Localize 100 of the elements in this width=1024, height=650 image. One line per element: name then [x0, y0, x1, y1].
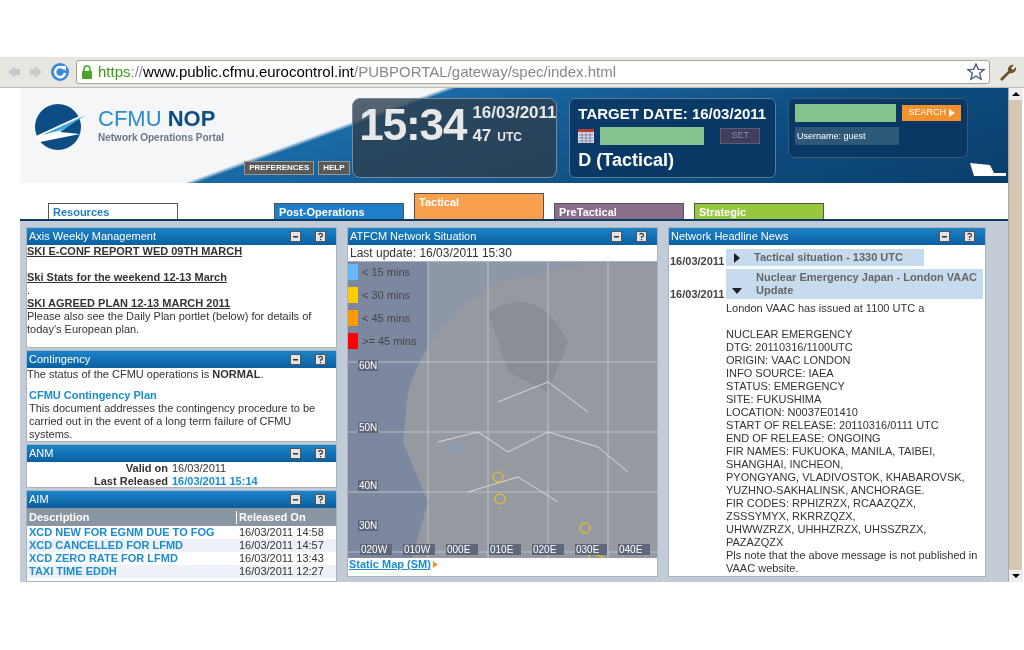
help-icon[interactable] [315, 231, 326, 242]
table-cell-text: 16/03/2011 14:57 [238, 539, 325, 552]
scroll-down-icon[interactable] [1009, 570, 1023, 582]
message-line: SITE: FUKUSHIMA [726, 393, 823, 406]
portlet-title: Axis Weekly Management [29, 229, 157, 245]
longitude-label: 010W [403, 544, 435, 555]
tab[interactable]: Post-Operations [274, 203, 404, 219]
aim-link[interactable]: XCD ZERO RATE FOR LFMD [27, 552, 237, 565]
arrow-icon [432, 561, 438, 568]
search-field[interactable] [795, 104, 897, 122]
calendar-icon[interactable] [578, 129, 595, 143]
status-text: The status of the CFMU operations is NORMAL. [27, 368, 265, 381]
clock-time: 15:34 [359, 103, 467, 147]
portlet-title: ATFCM Network Situation [350, 229, 478, 245]
minimize-icon[interactable] [611, 231, 622, 242]
longitude-label: 040E [618, 544, 650, 555]
portlet-title: ANM [29, 446, 55, 461]
column-header: Released On [238, 510, 307, 524]
longitude-label: 020W [360, 544, 392, 555]
report-link[interactable]: SKI AGREED PLAN 12-13 MARCH 2011 [27, 297, 231, 310]
minimize-icon[interactable] [939, 231, 950, 242]
message-line: LOCATION: N0037E01410 [726, 406, 859, 419]
latitude-label: 40N [358, 480, 379, 491]
tab[interactable]: Tactical [414, 193, 544, 219]
clock-seconds: 47 [472, 125, 492, 147]
info-text: Please also see the Daily Plan portlet (below) for details of today's European plan. [27, 310, 313, 336]
help-icon[interactable] [315, 494, 326, 505]
separator-dot: . [27, 284, 31, 297]
longitude-label: 030E [575, 544, 607, 555]
message-line: PYONGYANG, VLADIVOSTOK, KHABAROVSK, YUZHNO-SAKHALINSK, ANCHORAGE. [726, 471, 966, 497]
aim-link[interactable]: XCD CANCELLED FOR LFMD [27, 539, 237, 552]
legend-label: < 30 mins [362, 288, 410, 302]
table-cell-text: 16/03/2011 13:43 [238, 552, 325, 565]
header-button[interactable]: PREFERENCES [244, 161, 315, 175]
minimize-icon[interactable] [290, 447, 301, 459]
target-mode: D (Tactical) [578, 149, 675, 171]
message-line: NUCLEAR EMERGENCY [726, 328, 854, 341]
news-headline[interactable]: Nuclear Emergency Japan - London VAAC Update [726, 269, 983, 299]
tab[interactable]: PreTactical [554, 203, 684, 219]
latitude-label: 50N [358, 422, 379, 433]
table-cell-text: 16/03/2011 12:27 [238, 565, 325, 578]
search-button[interactable]: SEARCH [902, 105, 961, 121]
anm-value: 16/03/2011 [172, 461, 227, 475]
longitude-label: 010E [489, 544, 521, 555]
portlet-title: Network Headline News [671, 229, 790, 245]
table-cell-text: 16/03/2011 14:58 [238, 526, 325, 539]
latitude-label: 30N [358, 520, 379, 531]
column-header: Description [27, 510, 237, 524]
minimize-icon[interactable] [290, 354, 301, 365]
caret-down-icon [732, 288, 742, 294]
longitude-label: 020E [532, 544, 564, 555]
bookmark-star-icon[interactable] [967, 63, 985, 81]
report-link[interactable]: Ski Stats for the weekend 12-13 March [27, 271, 227, 284]
message-line: UHWWZRZX, UHHHZRZX, UHSSZRZX, PAZAZQZX [726, 523, 928, 549]
scroll-up-icon[interactable] [1009, 88, 1023, 100]
target-date-title: TARGET DATE: 16/03/2011 [578, 104, 767, 124]
portlet-title: AIM [29, 492, 50, 508]
address-bar[interactable]: https://www.public.cfmu.eurocontrol.int/PUBPORTAL/gateway/spec/index.html [76, 60, 990, 84]
message-line: DTG: 20110316/1100UTC [726, 341, 854, 354]
message-line: END OF RELEASE: ONGOING [726, 432, 882, 445]
contingency-plan-link[interactable]: CFMU Contingency Plan [27, 389, 159, 402]
minimize-icon[interactable] [290, 231, 301, 242]
aim-link[interactable]: XCD NEW FOR EGNM DUE TO FOG [27, 526, 237, 539]
plan-description: This document addresses the contingency procedure to be carried out in the event of a long term failure of CFMU systems. [28, 402, 317, 441]
legend-label: < 45 mins [362, 311, 410, 325]
anm-label: Last Released [93, 474, 169, 488]
message-line: INFO SOURCE: IAEA [726, 367, 835, 380]
message-line: FIR CODES: RPHIZRZX, RCAAZQZX, ZSSSYMYX, RKRRZQZX, [726, 497, 918, 523]
header-button[interactable]: HELP [318, 161, 350, 175]
minimize-icon[interactable] [290, 494, 301, 505]
aim-link[interactable]: TAXI TIME EDDH [27, 565, 237, 578]
message-line: FIR NAMES: FUKUOKA, MANILA, TAIBEI, SHANGHAI, INCHEON, [726, 445, 937, 471]
tab[interactable]: Resources [48, 203, 178, 219]
url-text: https://www.public.cfmu.eurocontrol.int/PUBPORTAL/gateway/spec/index.html [98, 61, 618, 82]
help-icon[interactable] [315, 447, 326, 459]
help-icon[interactable] [636, 231, 647, 242]
logo-title: CFMU NOP [98, 108, 217, 130]
username-label: Username: guest [795, 127, 899, 145]
help-icon[interactable] [315, 354, 326, 365]
target-date-field[interactable] [600, 127, 705, 145]
longitude-label: 000E [446, 544, 478, 555]
anm-link[interactable]: 16/03/2011 15:14 [172, 474, 258, 488]
anm-label: Valid on [124, 461, 169, 475]
report-link[interactable]: SKI E-CONF REPORT WED 09TH MARCH [27, 245, 243, 258]
portlet-title: Contingency [29, 352, 92, 368]
set-button[interactable]: SET [720, 128, 761, 144]
caret-right-icon [734, 252, 740, 263]
help-icon[interactable] [964, 231, 975, 242]
reload-icon[interactable] [50, 62, 70, 82]
latitude-label: 60N [358, 360, 379, 371]
static-map-link[interactable]: Static Map (SM) [349, 558, 431, 571]
legend-label: < 15 mins [362, 265, 410, 279]
message-line: ORIGIN: VAAC LONDON [726, 354, 852, 367]
news-date: 16/03/2011 [669, 255, 726, 269]
padlock-icon [81, 65, 93, 79]
news-headline[interactable]: Tactical situation - 1330 UTC [726, 249, 924, 266]
clock-zone: UTC [497, 129, 522, 146]
legend-label: >= 45 mins [362, 334, 417, 348]
scrollbar[interactable] [1008, 88, 1022, 582]
message-line: START OF RELEASE: 20110316/0111 UTC [726, 419, 940, 432]
